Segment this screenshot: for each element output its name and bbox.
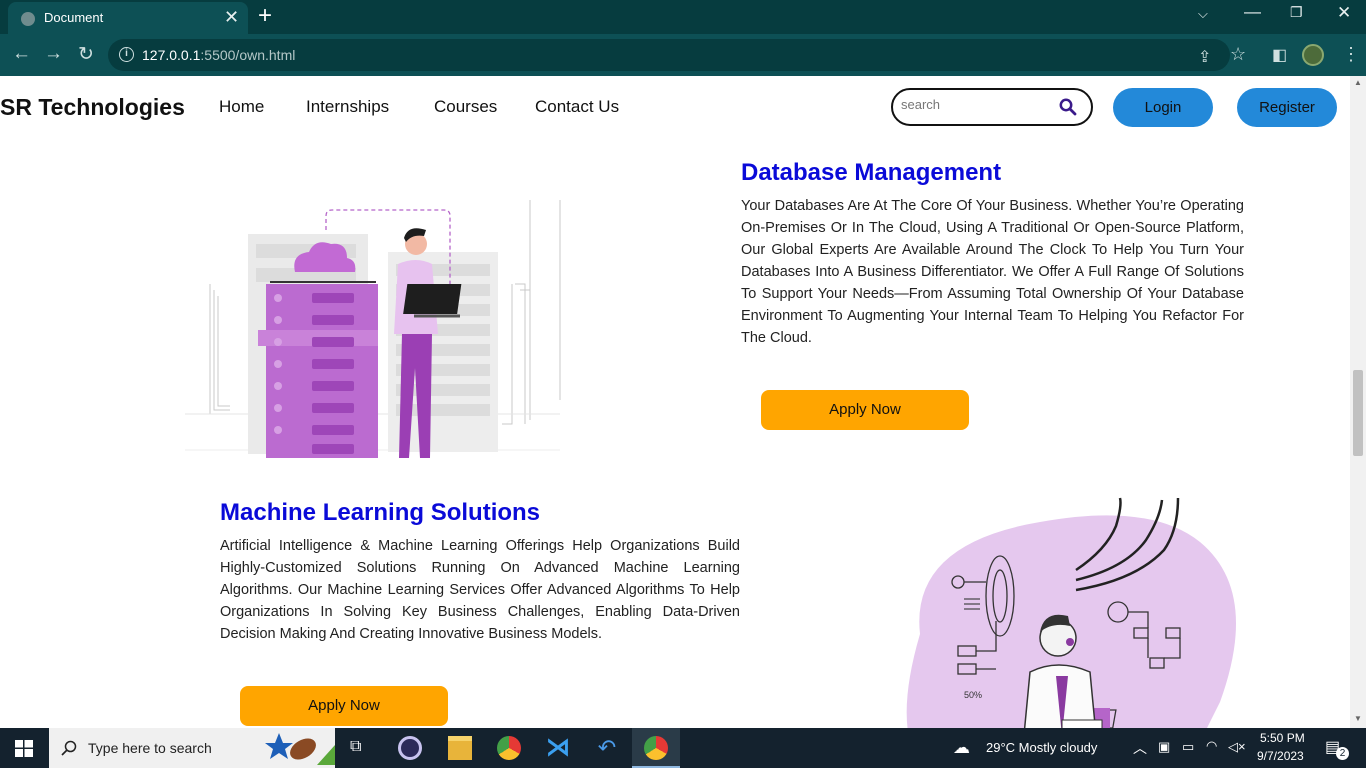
- volume-muted-icon[interactable]: ◁×: [1228, 739, 1246, 755]
- football-search-highlight-icon: [265, 733, 335, 765]
- weather-cloud-icon: ☁: [953, 738, 970, 757]
- meet-now-icon[interactable]: ▣: [1158, 739, 1170, 755]
- share-icon[interactable]: ⇪: [1198, 47, 1211, 67]
- section-body-machine-learning: Artificial Intelligence & Machine Learni…: [220, 538, 740, 642]
- windows-taskbar: Type here to search ⧉ ⋊ ↶ ☁ 29°C Mostly …: [0, 728, 1366, 768]
- taskbar-search-placeholder: Type here to search: [88, 740, 212, 756]
- windows-start-icon[interactable]: [15, 740, 33, 757]
- site-info-icon[interactable]: i: [119, 47, 134, 62]
- notifications-count-badge: 2: [1336, 747, 1349, 760]
- vscode-app-icon[interactable]: ⋊: [546, 736, 570, 760]
- apply-now-button-database[interactable]: Apply Now: [761, 390, 969, 430]
- section-title-machine-learning: Machine Learning Solutions: [220, 499, 541, 526]
- chrome-taskbar-active-slot[interactable]: [632, 728, 680, 768]
- file-explorer-icon[interactable]: [448, 736, 472, 760]
- site-search: [891, 88, 1093, 126]
- minimize-icon[interactable]: —: [1244, 2, 1261, 22]
- bookmark-star-icon[interactable]: ☆: [1230, 44, 1246, 65]
- scrollbar-thumb[interactable]: [1353, 370, 1363, 456]
- register-button[interactable]: Register: [1237, 88, 1337, 127]
- search-input[interactable]: [901, 97, 1051, 112]
- menu-kebab-icon[interactable]: ⋮: [1342, 44, 1360, 65]
- web-page: SR Technologies Home Internships Courses…: [0, 76, 1350, 728]
- login-button[interactable]: Login: [1113, 88, 1213, 127]
- tab-title: Document: [44, 10, 104, 25]
- search-icon[interactable]: [1059, 98, 1077, 116]
- chrome-active-icon: [644, 736, 668, 760]
- forward-icon[interactable]: →: [44, 43, 63, 65]
- url-text: 127.0.0.1:5500/own.html: [142, 47, 296, 63]
- side-panel-icon[interactable]: ◧: [1272, 45, 1287, 65]
- browser-tab[interactable]: Document ✕: [8, 2, 248, 34]
- nav-home[interactable]: Home: [219, 97, 264, 117]
- battery-icon[interactable]: ▭: [1182, 739, 1194, 755]
- address-bar[interactable]: i 127.0.0.1:5500/own.html ⇪ ☆: [108, 39, 1246, 71]
- eclipse-app-icon[interactable]: [398, 736, 422, 760]
- browser-toolbar: ← → ↻ i 127.0.0.1:5500/own.html ⇪ ☆ ◧ ⋮: [0, 34, 1366, 76]
- back-icon[interactable]: ←: [12, 43, 31, 65]
- section-title-database-management: Database Management: [741, 159, 1002, 186]
- globe-icon: [21, 12, 35, 26]
- nav-courses[interactable]: Courses: [434, 97, 497, 117]
- page-scrollbar[interactable]: ▲ ▼: [1350, 76, 1366, 728]
- chrome-app-icon[interactable]: [497, 736, 521, 760]
- weather-text[interactable]: 29°C Mostly cloudy: [986, 740, 1097, 755]
- window-close-icon[interactable]: ✕: [1337, 3, 1351, 23]
- search-icon: [61, 740, 77, 756]
- restore-icon[interactable]: ❐: [1290, 4, 1303, 21]
- profile-avatar[interactable]: [1302, 44, 1324, 66]
- tab-close-icon[interactable]: ✕: [224, 7, 239, 28]
- progress-label: 50%: [964, 690, 983, 700]
- machine-learning-illustration: [906, 497, 1236, 728]
- site-brand[interactable]: SR Technologies: [0, 94, 185, 121]
- remote-app-icon[interactable]: ↶: [595, 736, 619, 760]
- task-view-icon[interactable]: ⧉: [350, 738, 361, 756]
- nav-contact-us[interactable]: Contact Us: [535, 97, 619, 117]
- tab-search-chevron-icon[interactable]: ⌵: [1198, 6, 1208, 22]
- clock-date[interactable]: 9/7/2023: [1257, 749, 1304, 763]
- browser-tab-strip: Document ✕ + ⌵ — ❐ ✕: [0, 0, 1366, 34]
- scroll-down-icon[interactable]: ▼: [1354, 714, 1362, 723]
- new-tab-icon[interactable]: +: [258, 2, 272, 30]
- clock-time[interactable]: 5:50 PM: [1260, 731, 1305, 745]
- nav-internships[interactable]: Internships: [306, 97, 389, 117]
- taskbar-search-box[interactable]: Type here to search: [49, 728, 335, 768]
- scroll-up-icon[interactable]: ▲: [1354, 78, 1362, 87]
- tray-chevron-up-icon[interactable]: ︿: [1133, 738, 1147, 758]
- reload-icon[interactable]: ↻: [78, 43, 94, 66]
- database-illustration: [185, 200, 561, 458]
- apply-now-button-machine-learning[interactable]: Apply Now: [240, 686, 448, 726]
- section-body-database-management: Your Databases Are At The Core Of Your B…: [741, 198, 1244, 346]
- wifi-icon[interactable]: ◠: [1206, 738, 1217, 754]
